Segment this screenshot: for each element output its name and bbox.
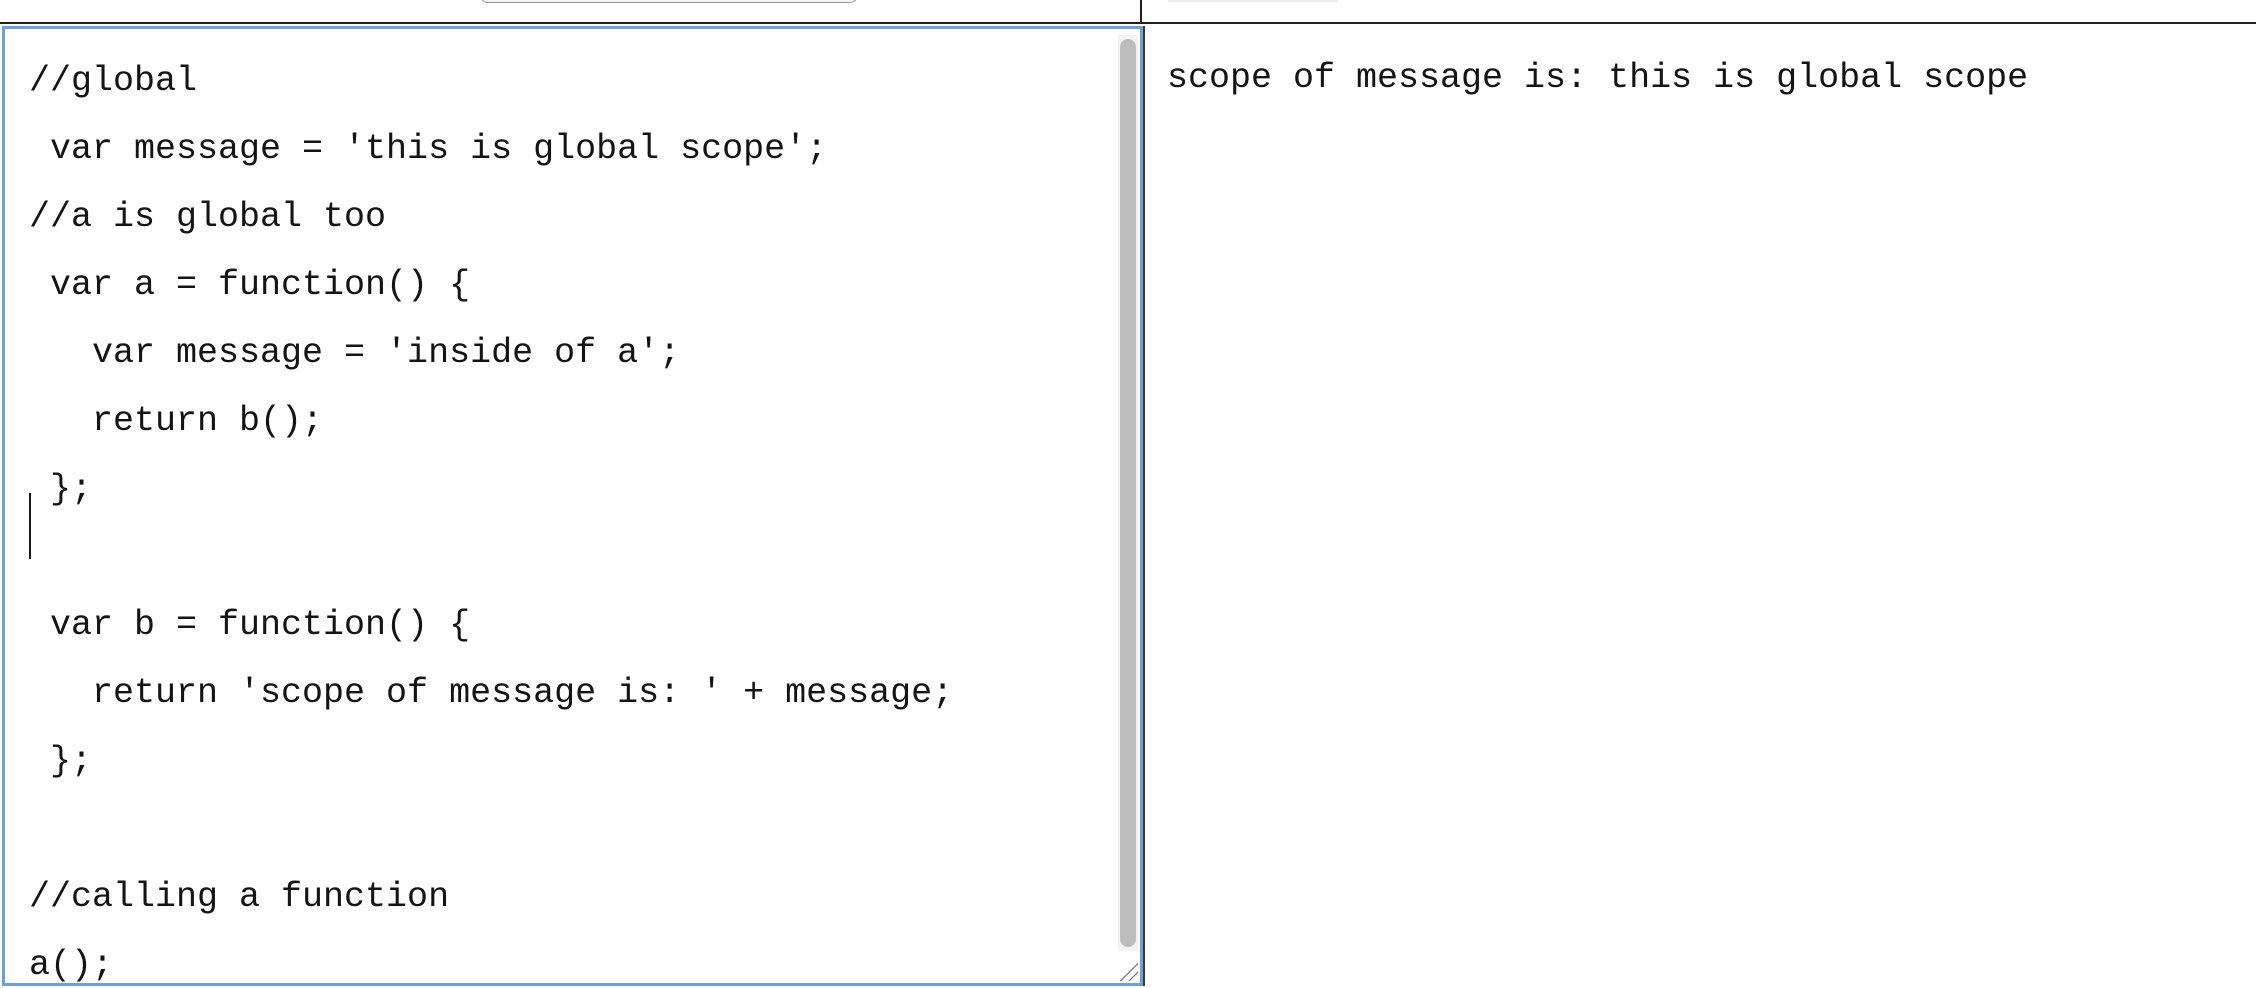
top-toolbar-strip <box>0 0 2256 24</box>
code-line: }; <box>29 469 93 509</box>
code-line: return b(); <box>29 401 324 441</box>
code-line: //calling a function <box>29 877 450 917</box>
output-top-tab[interactable] <box>1168 0 1338 2</box>
code-line: var message = 'inside of a'; <box>29 333 681 373</box>
text-caret <box>29 493 31 559</box>
pane-divider-top <box>1140 0 1142 24</box>
code-line: }; <box>29 741 93 781</box>
code-textarea[interactable]: //global var message = 'this is global s… <box>29 47 954 985</box>
resize-grip-icon[interactable] <box>1120 963 1138 981</box>
code-line: var message = 'this is global scope'; <box>29 129 828 169</box>
code-line: var b = function() { <box>29 605 471 645</box>
code-line: return 'scope of message is: ' + message… <box>29 673 954 713</box>
code-line: //a is global too <box>29 197 387 237</box>
code-line: //global <box>29 61 198 101</box>
output-text: scope of message is: this is global scop… <box>1167 58 2029 98</box>
code-line: var a = function() { <box>29 265 471 305</box>
code-line: a(); <box>29 945 114 985</box>
output-pane: scope of message is: this is global scop… <box>1143 26 2256 986</box>
code-editor[interactable]: //global var message = 'this is global s… <box>2 26 1143 986</box>
editor-top-tab[interactable] <box>480 0 858 3</box>
scrollbar-thumb[interactable] <box>1120 39 1136 947</box>
